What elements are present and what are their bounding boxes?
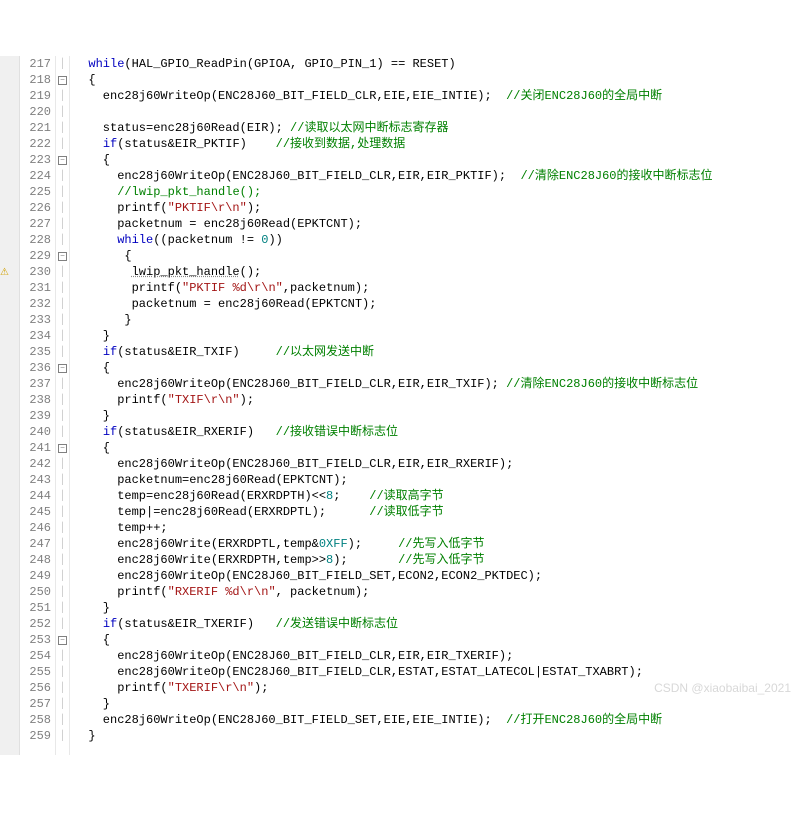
code-line[interactable]: }	[74, 408, 799, 424]
code-line[interactable]: {	[74, 360, 799, 376]
code-line[interactable]: }	[74, 728, 799, 744]
fold-gutter[interactable]: │−││││−│││││−││││││−││││−│││││││││││−│││…	[56, 56, 70, 755]
code-line[interactable]: enc28j60Write(ERXRDPTH,temp>>8); //先写入低字…	[74, 552, 799, 568]
warning-gutter: ⚠	[0, 56, 20, 755]
line-number-gutter: 2172182192202212222232242252262272282292…	[20, 56, 56, 755]
code-line[interactable]: printf("PKTIF\r\n");	[74, 200, 799, 216]
fold-toggle[interactable]: −	[58, 636, 67, 645]
line-number: 244	[20, 488, 51, 504]
code-line[interactable]: }	[74, 600, 799, 616]
fold-toggle[interactable]: −	[58, 156, 67, 165]
line-number: 233	[20, 312, 51, 328]
code-line[interactable]: //lwip_pkt_handle();	[74, 184, 799, 200]
code-line[interactable]: packetnum = enc28j60Read(EPKTCNT);	[74, 296, 799, 312]
line-number: 232	[20, 296, 51, 312]
code-line[interactable]: {	[74, 440, 799, 456]
fold-toggle[interactable]: −	[58, 76, 67, 85]
line-number: 255	[20, 664, 51, 680]
code-line[interactable]: enc28j60WriteOp(ENC28J60_BIT_FIELD_CLR,E…	[74, 376, 799, 392]
code-line[interactable]: packetnum = enc28j60Read(EPKTCNT);	[74, 216, 799, 232]
code-line[interactable]: enc28j60WriteOp(ENC28J60_BIT_FIELD_SET,E…	[74, 712, 799, 728]
line-number: 229	[20, 248, 51, 264]
line-number: 258	[20, 712, 51, 728]
line-number: 228	[20, 232, 51, 248]
line-number: 225	[20, 184, 51, 200]
line-number: 241	[20, 440, 51, 456]
line-number: 218	[20, 72, 51, 88]
line-number: 252	[20, 616, 51, 632]
line-number: 240	[20, 424, 51, 440]
code-line[interactable]: while((packetnum != 0))	[74, 232, 799, 248]
line-number: 227	[20, 216, 51, 232]
code-line[interactable]: enc28j60WriteOp(ENC28J60_BIT_FIELD_SET,E…	[74, 568, 799, 584]
code-line[interactable]: if(status&EIR_TXIF) //以太网发送中断	[74, 344, 799, 360]
line-number: 246	[20, 520, 51, 536]
code-editor[interactable]: ⚠ 21721821922022122222322422522622722822…	[0, 56, 799, 755]
line-number: 250	[20, 584, 51, 600]
line-number: 249	[20, 568, 51, 584]
line-number: 248	[20, 552, 51, 568]
line-number: 231	[20, 280, 51, 296]
line-number: 257	[20, 696, 51, 712]
code-line[interactable]: }	[74, 696, 799, 712]
line-number: 253	[20, 632, 51, 648]
code-line[interactable]: printf("PKTIF %d\r\n",packetnum);	[74, 280, 799, 296]
code-line[interactable]: }	[74, 312, 799, 328]
line-number: 254	[20, 648, 51, 664]
code-line[interactable]: printf("TXIF\r\n");	[74, 392, 799, 408]
code-line[interactable]	[74, 104, 799, 120]
code-line[interactable]: enc28j60WriteOp(ENC28J60_BIT_FIELD_CLR,E…	[74, 168, 799, 184]
line-number: 245	[20, 504, 51, 520]
code-line[interactable]: lwip_pkt_handle();	[74, 264, 799, 280]
code-line[interactable]: while(HAL_GPIO_ReadPin(GPIOA, GPIO_PIN_1…	[74, 56, 799, 72]
line-number: 259	[20, 728, 51, 744]
code-line[interactable]: }	[74, 328, 799, 344]
line-number: 234	[20, 328, 51, 344]
line-number: 243	[20, 472, 51, 488]
line-number: 237	[20, 376, 51, 392]
line-number: 236	[20, 360, 51, 376]
line-number: 221	[20, 120, 51, 136]
code-line[interactable]: if(status&EIR_PKTIF) //接收到数据,处理数据	[74, 136, 799, 152]
line-number: 220	[20, 104, 51, 120]
code-line[interactable]: if(status&EIR_RXERIF) //接收错误中断标志位	[74, 424, 799, 440]
code-line[interactable]: {	[74, 632, 799, 648]
line-number: 217	[20, 56, 51, 72]
fold-toggle[interactable]: −	[58, 364, 67, 373]
code-area[interactable]: while(HAL_GPIO_ReadPin(GPIOA, GPIO_PIN_1…	[70, 56, 799, 755]
line-number: 239	[20, 408, 51, 424]
line-number: 247	[20, 536, 51, 552]
line-number: 226	[20, 200, 51, 216]
code-line[interactable]: if(status&EIR_TXERIF) //发送错误中断标志位	[74, 616, 799, 632]
code-line[interactable]: enc28j60WriteOp(ENC28J60_BIT_FIELD_CLR,E…	[74, 88, 799, 104]
code-line[interactable]: packetnum=enc28j60Read(EPKTCNT);	[74, 472, 799, 488]
code-line[interactable]: temp|=enc28j60Read(ERXRDPTL); //读取低字节	[74, 504, 799, 520]
line-number: 251	[20, 600, 51, 616]
warning-icon: ⚠	[0, 268, 9, 279]
line-number: 238	[20, 392, 51, 408]
line-number: 222	[20, 136, 51, 152]
line-number: 224	[20, 168, 51, 184]
line-number: 223	[20, 152, 51, 168]
fold-toggle[interactable]: −	[58, 252, 67, 261]
line-number: 219	[20, 88, 51, 104]
line-number: 235	[20, 344, 51, 360]
code-line[interactable]: printf("RXERIF %d\r\n", packetnum);	[74, 584, 799, 600]
code-line[interactable]: {	[74, 72, 799, 88]
code-line[interactable]: {	[74, 152, 799, 168]
line-number: 256	[20, 680, 51, 696]
code-line[interactable]: enc28j60WriteOp(ENC28J60_BIT_FIELD_CLR,E…	[74, 664, 799, 680]
code-line[interactable]: temp++;	[74, 520, 799, 536]
code-line[interactable]: printf("TXERIF\r\n");	[74, 680, 799, 696]
line-number: 230	[20, 264, 51, 280]
code-line[interactable]: status=enc28j60Read(EIR); //读取以太网中断标志寄存器	[74, 120, 799, 136]
code-line[interactable]: {	[74, 248, 799, 264]
code-line[interactable]: enc28j60WriteOp(ENC28J60_BIT_FIELD_CLR,E…	[74, 456, 799, 472]
code-line[interactable]: temp=enc28j60Read(ERXRDPTH)<<8; //读取高字节	[74, 488, 799, 504]
fold-toggle[interactable]: −	[58, 444, 67, 453]
code-line[interactable]: enc28j60WriteOp(ENC28J60_BIT_FIELD_CLR,E…	[74, 648, 799, 664]
line-number: 242	[20, 456, 51, 472]
code-line[interactable]: enc28j60Write(ERXRDPTL,temp&0XFF); //先写入…	[74, 536, 799, 552]
